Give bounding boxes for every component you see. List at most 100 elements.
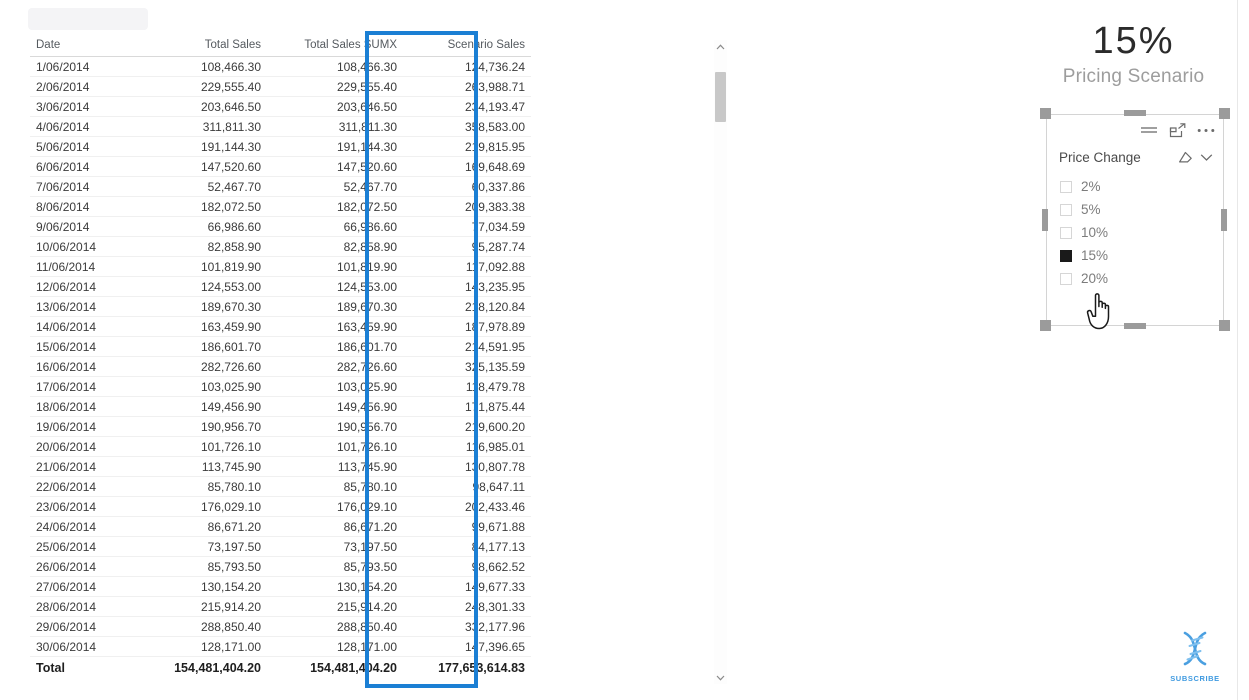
cell-date[interactable]: 1/06/2014 xyxy=(30,56,140,77)
table-row[interactable]: 9/06/2014 66,986.60 66,986.60 77,034.59 xyxy=(30,216,531,237)
checkbox-icon[interactable] xyxy=(1060,180,1072,193)
cell-value[interactable]: 85,780.10 xyxy=(140,476,267,497)
cell-value[interactable]: 113,745.90 xyxy=(140,456,267,477)
resize-handle-bottom-center[interactable] xyxy=(1124,323,1146,329)
table-row[interactable]: 27/06/2014 130,154.20 130,154.20 149,677.33 xyxy=(30,576,531,597)
cell-value[interactable]: 209,383.38 xyxy=(403,196,531,217)
resize-handle-bottom-left[interactable] xyxy=(1040,320,1051,331)
cell-value[interactable]: 101,726.10 xyxy=(267,436,403,457)
resize-handle-bottom-right[interactable] xyxy=(1219,320,1230,331)
cell-value[interactable]: 248,301.33 xyxy=(403,596,531,617)
column-header-scenario-sales[interactable]: Scenario Sales xyxy=(403,36,531,57)
cell-date[interactable]: 15/06/2014 xyxy=(30,336,140,357)
cell-value[interactable]: 176,029.10 xyxy=(267,496,403,517)
report-vertical-scrollbar[interactable] xyxy=(714,40,727,684)
cell-date[interactable]: 11/06/2014 xyxy=(30,256,140,277)
table-row[interactable]: 10/06/2014 82,858.90 82,858.90 95,287.74 xyxy=(30,236,531,257)
slicer-item-20pct[interactable]: 20% xyxy=(1060,267,1223,290)
cell-value[interactable]: 108,466.30 xyxy=(140,56,267,77)
cell-date[interactable]: 19/06/2014 xyxy=(30,416,140,437)
table-row[interactable]: 6/06/2014 147,520.60 147,520.60 169,648.69 xyxy=(30,156,531,177)
table-row[interactable]: 7/06/2014 52,467.70 52,467.70 60,337.86 xyxy=(30,176,531,197)
table-row[interactable]: 14/06/2014 163,459.90 163,459.90 187,978.89 xyxy=(30,316,531,337)
cell-value[interactable]: 124,736.24 xyxy=(403,56,531,77)
cell-value[interactable]: 203,646.50 xyxy=(267,96,403,117)
slicer-item-5pct[interactable]: 5% xyxy=(1060,198,1223,221)
cell-value[interactable]: 66,986.60 xyxy=(267,216,403,237)
resize-handle-top-right[interactable] xyxy=(1219,108,1230,119)
table-row[interactable]: 22/06/2014 85,780.10 85,780.10 98,647.11 xyxy=(30,476,531,497)
table-row[interactable]: 13/06/2014 189,670.30 189,670.30 218,120.84 xyxy=(30,296,531,317)
clear-selections-icon[interactable] xyxy=(1178,151,1193,164)
cell-value[interactable]: 186,601.70 xyxy=(267,336,403,357)
resize-handle-middle-right[interactable] xyxy=(1221,209,1227,231)
column-header-total-sales[interactable]: Total Sales xyxy=(140,36,267,57)
cell-value[interactable]: 149,456.90 xyxy=(267,396,403,417)
cell-value[interactable]: 282,726.60 xyxy=(267,356,403,377)
table-row[interactable]: 30/06/2014 128,171.00 128,171.00 147,396.65 xyxy=(30,636,531,657)
cell-value[interactable]: 171,875.44 xyxy=(403,396,531,417)
cell-value[interactable]: 86,671.20 xyxy=(140,516,267,537)
table-row[interactable]: 16/06/2014 282,726.60 282,726.60 325,135.59 xyxy=(30,356,531,377)
cell-value[interactable]: 219,815.95 xyxy=(403,136,531,157)
cell-date[interactable]: 3/06/2014 xyxy=(30,96,140,117)
cell-value[interactable]: 95,287.74 xyxy=(403,236,531,257)
cell-value[interactable]: 311,811.30 xyxy=(140,116,267,137)
cell-value[interactable]: 218,120.84 xyxy=(403,296,531,317)
slicer-item-15pct[interactable]: 15% xyxy=(1060,244,1223,267)
cell-value[interactable]: 214,591.95 xyxy=(403,336,531,357)
resize-handle-top-center[interactable] xyxy=(1124,110,1146,116)
cell-value[interactable]: 117,092.88 xyxy=(403,256,531,277)
cell-value[interactable]: 190,956.70 xyxy=(267,416,403,437)
cell-value[interactable]: 189,670.30 xyxy=(267,296,403,317)
table-row[interactable]: 18/06/2014 149,456.90 149,456.90 171,875.44 xyxy=(30,396,531,417)
cell-value[interactable]: 82,858.90 xyxy=(140,236,267,257)
cell-date[interactable]: 30/06/2014 xyxy=(30,636,140,657)
cell-date[interactable]: 22/06/2014 xyxy=(30,476,140,497)
cell-date[interactable]: 28/06/2014 xyxy=(30,596,140,617)
cell-value[interactable]: 288,850.40 xyxy=(140,616,267,637)
cell-value[interactable]: 203,646.50 xyxy=(140,96,267,117)
cell-value[interactable]: 191,144.30 xyxy=(140,136,267,157)
table-row[interactable]: 4/06/2014 311,811.30 311,811.30 358,583.00 xyxy=(30,116,531,137)
cell-value[interactable]: 229,555.40 xyxy=(267,76,403,97)
cell-value[interactable]: 73,197.50 xyxy=(140,536,267,557)
cell-value[interactable]: 263,988.71 xyxy=(403,76,531,97)
cell-value[interactable]: 219,600.20 xyxy=(403,416,531,437)
cell-value[interactable]: 229,555.40 xyxy=(140,76,267,97)
cell-value[interactable]: 332,177.96 xyxy=(403,616,531,637)
table-row[interactable]: 19/06/2014 190,956.70 190,956.70 219,600.20 xyxy=(30,416,531,437)
cell-value[interactable]: 85,793.50 xyxy=(267,556,403,577)
cell-date[interactable]: 6/06/2014 xyxy=(30,156,140,177)
cell-date[interactable]: 20/06/2014 xyxy=(30,436,140,457)
cell-value[interactable]: 101,726.10 xyxy=(140,436,267,457)
table-row[interactable]: 28/06/2014 215,914.20 215,914.20 248,301.33 xyxy=(30,596,531,617)
slicer-item-2pct[interactable]: 2% xyxy=(1060,175,1223,198)
resize-handle-middle-left[interactable] xyxy=(1042,209,1048,231)
pricing-scenario-card[interactable]: 15% Pricing Scenario xyxy=(1036,21,1231,88)
resize-handle-top-left[interactable] xyxy=(1040,108,1051,119)
cell-value[interactable]: 103,025.90 xyxy=(140,376,267,397)
table-row[interactable]: 29/06/2014 288,850.40 288,850.40 332,177.96 xyxy=(30,616,531,637)
table-row[interactable]: 17/06/2014 103,025.90 103,025.90 118,479.78 xyxy=(30,376,531,397)
sales-table-visual[interactable]: Date Total Sales Total Sales SUMX Scenar… xyxy=(30,36,531,678)
cell-value[interactable]: 101,819.90 xyxy=(140,256,267,277)
table-row[interactable]: 15/06/2014 186,601.70 186,601.70 214,591.95 xyxy=(30,336,531,357)
price-change-slicer[interactable]: Price Change 2% 5% 10% 15% 20% xyxy=(1046,114,1224,326)
checkbox-icon[interactable] xyxy=(1060,249,1072,262)
table-row[interactable]: 3/06/2014 203,646.50 203,646.50 234,193.47 xyxy=(30,96,531,117)
cell-date[interactable]: 4/06/2014 xyxy=(30,116,140,137)
cell-value[interactable]: 288,850.40 xyxy=(267,616,403,637)
cell-value[interactable]: 108,466.30 xyxy=(267,56,403,77)
cell-value[interactable]: 116,985.01 xyxy=(403,436,531,457)
cell-value[interactable]: 118,479.78 xyxy=(403,376,531,397)
cell-value[interactable]: 176,029.10 xyxy=(140,496,267,517)
table-row[interactable]: 23/06/2014 176,029.10 176,029.10 202,433.46 xyxy=(30,496,531,517)
cell-value[interactable]: 190,956.70 xyxy=(140,416,267,437)
cell-date[interactable]: 24/06/2014 xyxy=(30,516,140,537)
cell-value[interactable]: 77,034.59 xyxy=(403,216,531,237)
cell-date[interactable]: 13/06/2014 xyxy=(30,296,140,317)
column-header-date[interactable]: Date xyxy=(30,36,140,57)
cell-value[interactable]: 66,986.60 xyxy=(140,216,267,237)
table-row[interactable]: 2/06/2014 229,555.40 229,555.40 263,988.71 xyxy=(30,76,531,97)
